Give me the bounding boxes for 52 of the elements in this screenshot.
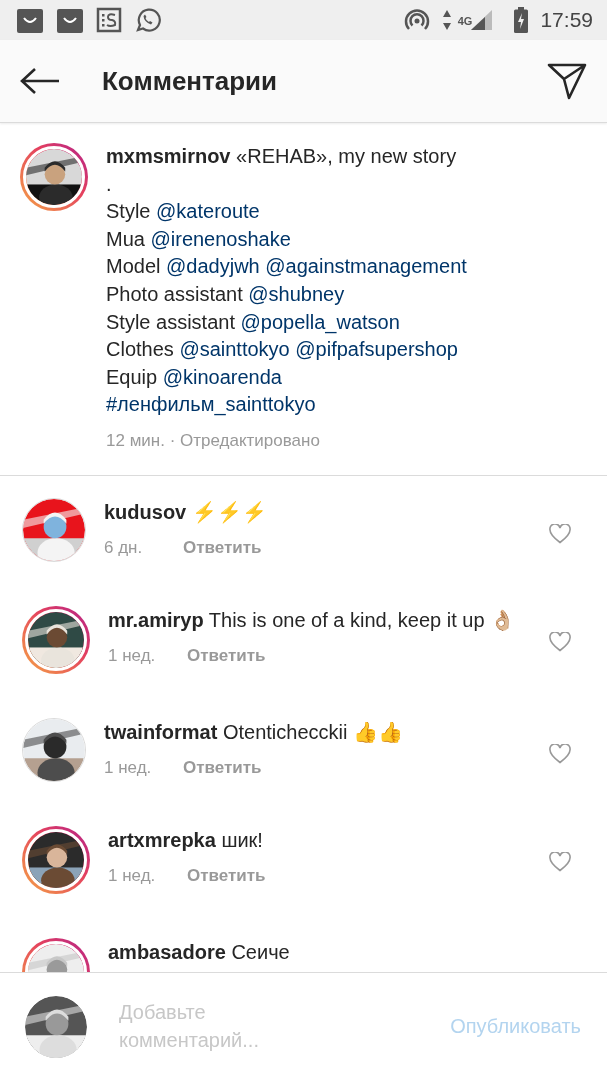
clock-time: 17:59 bbox=[540, 8, 593, 32]
send-button[interactable] bbox=[547, 62, 587, 100]
comment-text: artxmrepka шик! bbox=[108, 827, 264, 853]
page-title: Комментарии bbox=[102, 65, 279, 97]
comment-text: kudusov ⚡⚡⚡ bbox=[104, 499, 268, 526]
like-button[interactable] bbox=[549, 851, 571, 872]
comment-time: 1 нед. bbox=[108, 864, 157, 887]
username-link[interactable]: twainformat bbox=[104, 720, 218, 743]
caption-line: Clothes @sainttokyo @pifpafsupershop bbox=[106, 337, 459, 363]
comment-text: twainformat Otentichecckii 👍👍 bbox=[104, 719, 404, 745]
comment-time: 1 нед. bbox=[108, 644, 157, 667]
shopping-bag-icon[interactable] bbox=[56, 6, 84, 34]
mention-link[interactable]: @kinoarenda bbox=[162, 365, 282, 388]
signal-icon bbox=[470, 9, 493, 31]
mention-link[interactable]: @dadyjwh bbox=[166, 255, 260, 278]
network-type: 4G bbox=[457, 15, 473, 27]
comment-field[interactable]: Добавьте комментарий... bbox=[119, 997, 309, 1056]
username-link[interactable]: artxmrepka bbox=[108, 828, 216, 851]
like-button[interactable] bbox=[549, 631, 571, 652]
username-link[interactable]: kudusov bbox=[104, 500, 187, 523]
post-time: 12 мин. · Отредактировано bbox=[106, 429, 321, 452]
chat-bubble-icon[interactable] bbox=[134, 6, 161, 34]
comment-text: mr.amiryp This is one of a kind, keep it up 👌🏼 bbox=[108, 607, 517, 633]
shopping-bag-icon[interactable] bbox=[16, 6, 44, 34]
caption-line: Style assistant @popella_watson bbox=[106, 309, 401, 336]
mention-link[interactable]: @pifpafsupershop bbox=[295, 338, 458, 361]
username-link[interactable]: mxmsmirnov bbox=[106, 145, 231, 167]
notes-icon[interactable] bbox=[96, 7, 122, 33]
mention-link[interactable]: @shubney bbox=[248, 282, 345, 305]
like-button[interactable] bbox=[549, 523, 571, 544]
username-link[interactable]: mr.amiryp bbox=[108, 608, 204, 631]
like-button[interactable] bbox=[549, 743, 571, 764]
caption-line: . bbox=[106, 171, 113, 197]
mention-link[interactable]: @irenenoshake bbox=[150, 227, 291, 250]
mention-link[interactable]: @kateroute bbox=[156, 200, 260, 223]
caption-line: Equip @kinoarenda bbox=[106, 364, 283, 390]
battery-charging-icon bbox=[514, 7, 529, 33]
caption-line: Photo assistant @shubney bbox=[106, 281, 346, 307]
caption-line: Model @dadyjwh @againstmanagement bbox=[106, 254, 467, 280]
caption-line: Mua @irenenoshake bbox=[106, 226, 292, 252]
caption-line: Style @kateroute bbox=[106, 199, 261, 225]
mention-link[interactable]: @againstmanagement bbox=[265, 255, 467, 278]
comment-time: 6 дн. bbox=[104, 536, 144, 559]
mention-link[interactable]: @popella_watson bbox=[240, 310, 400, 333]
mention-link[interactable]: @sainttokyo bbox=[179, 338, 290, 361]
mention-link[interactable]: #ленфильм_sainttokyo bbox=[106, 393, 316, 416]
comment-time: 1 нед. bbox=[104, 756, 153, 779]
data-arrows-icon bbox=[441, 9, 452, 31]
back-button[interactable] bbox=[20, 67, 60, 95]
comment-text: ambasadore Сеиче bbox=[108, 939, 291, 965]
caption-line: mxmsmirnov «REHAB», my new story bbox=[106, 144, 458, 169]
username-link[interactable]: ambasadore bbox=[108, 940, 226, 963]
